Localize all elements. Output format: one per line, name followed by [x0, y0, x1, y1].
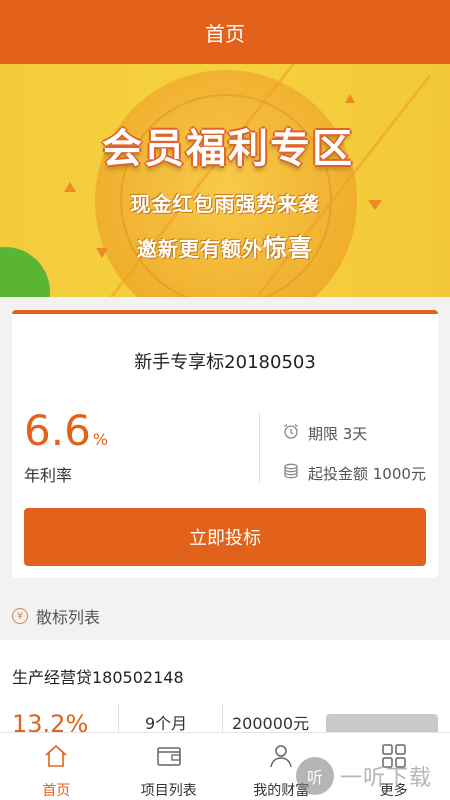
featured-product-card[interactable]: 新手专享标20180503 6.6% 年利率 期限 3天 起投金额 1000元 … [12, 310, 438, 578]
watermark-text: 一听下载 [340, 766, 433, 791]
rate-label: 年利率 [24, 466, 73, 485]
watermark-logo: 听 [296, 757, 334, 795]
home-icon [41, 741, 71, 770]
term-info: 期限 3天 [282, 422, 367, 444]
banner-highlight: 惊喜 [263, 234, 313, 262]
banner-subtitle: 现金红包雨强势来袭 [130, 192, 320, 216]
banner-title: 会员福利专区 [102, 126, 354, 172]
rate-value: 6.6 [24, 406, 91, 455]
divider [259, 412, 260, 484]
product-title: 新手专享标20180503 [134, 352, 316, 373]
alarm-clock-icon [282, 422, 300, 444]
tab-home[interactable]: 首页 [0, 733, 113, 800]
banner-subtitle-2: 邀新更有额外惊喜 [0, 228, 450, 263]
promo-banner[interactable]: 会员福利专区 现金红包雨强势来袭 邀新更有额外惊喜 [0, 64, 450, 297]
user-icon [266, 741, 296, 770]
yen-icon: ¥ [12, 608, 28, 624]
banner-subtitle-2-text: 邀新更有额外 [137, 237, 263, 261]
watermark: 听 一听下载 [296, 752, 450, 800]
section-header: ¥ 散标列表 [12, 604, 100, 628]
tab-label: 首页 [42, 783, 71, 799]
app-header: 首页 [0, 0, 450, 64]
page-title: 首页 [205, 21, 245, 46]
min-amount-info: 起投金额 1000元 [282, 462, 426, 484]
loan-amount: 200000元 [232, 714, 310, 733]
term-label: 期限 3天 [308, 424, 368, 443]
section-title: 散标列表 [36, 608, 101, 627]
tab-projects[interactable]: 项目列表 [113, 733, 226, 800]
invest-button[interactable]: 立即投标 [24, 508, 426, 566]
tab-label: 项目列表 [140, 783, 197, 799]
loan-name: 生产经营贷180502148 [12, 668, 184, 687]
confetti [345, 94, 355, 103]
annual-rate: 6.6% [24, 406, 108, 455]
min-amount-label: 起投金额 1000元 [308, 464, 426, 483]
loan-term: 9个月 [145, 714, 188, 733]
wallet-icon [154, 741, 184, 770]
coins-icon [282, 462, 300, 484]
rate-unit: % [92, 430, 108, 449]
list-item[interactable]: 生产经营贷180502148 13.2% 9个月 200000元 [0, 640, 450, 744]
